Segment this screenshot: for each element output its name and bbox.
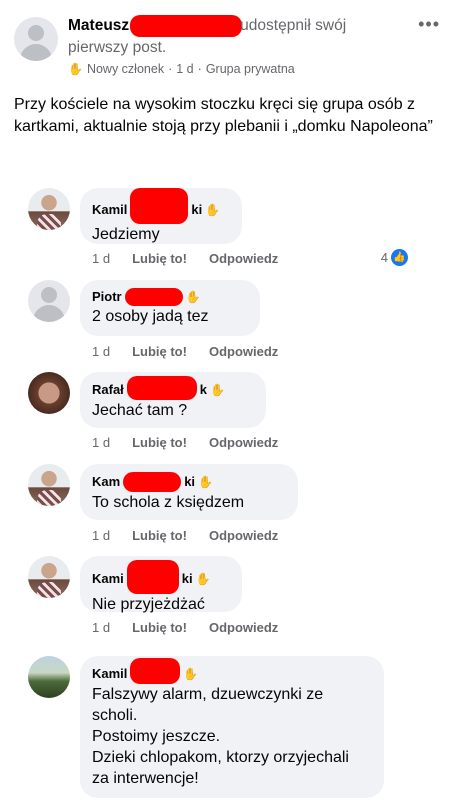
comment-bubble: Kamil ✋ Falszywy alarm, dzuewczynki ze sc…	[80, 656, 384, 798]
commenter-name[interactable]: Rafał k ✋	[92, 376, 254, 400]
wave-icon: ✋	[68, 62, 83, 76]
comment-text: Nie przyjeżdżać	[92, 596, 205, 613]
comment-bubble: Kam ki ✋ To schola z księdzem	[80, 464, 298, 520]
reply-button[interactable]: Odpowiedz	[209, 528, 278, 543]
comment-actions: 1 d Lubię to! Odpowiedz	[92, 528, 278, 543]
commenter-name[interactable]: Kami ki ✋	[92, 560, 230, 594]
reply-button[interactable]: Odpowiedz	[209, 251, 278, 266]
commenter-name[interactable]: Kam ki ✋	[92, 472, 286, 492]
avatar[interactable]	[28, 656, 70, 698]
comment-time[interactable]: 1 d	[92, 528, 110, 543]
post-body: Przy kościele na wysokim stoczku kręci s…	[14, 96, 433, 135]
post-header: Mateusz udostępnił swój pierwszy post. ✋ …	[14, 12, 444, 92]
meta-separator-2: ·	[197, 62, 202, 76]
commenter-name[interactable]: Kamil ✋	[92, 658, 372, 684]
comment: Kami ki ✋ Nie przyjeżdżać 1 d Lubię to! Od…	[28, 556, 448, 636]
comment-actions: 1 d Lubię to! Odpowiedz	[92, 251, 278, 266]
comment-text-line: za interwencje!	[92, 770, 199, 787]
comment: Kamil ✋ Falszywy alarm, dzuewczynki ze sc…	[28, 656, 448, 802]
comment-text-line: scholi.	[92, 707, 138, 724]
wave-icon: ✋	[185, 290, 201, 304]
name-redaction	[130, 658, 181, 684]
reply-button[interactable]: Odpowiedz	[209, 620, 278, 635]
name-redaction	[130, 188, 189, 224]
wave-icon: ✋	[195, 572, 211, 586]
avatar[interactable]	[28, 372, 70, 414]
comment-text: 2 osoby jadą tez	[92, 308, 209, 325]
comment-bubble: Kami ki ✋ Nie przyjeżdżać	[80, 556, 242, 613]
comment-time[interactable]: 1 d	[92, 435, 110, 450]
avatar[interactable]	[28, 188, 70, 230]
wave-icon: ✋	[183, 667, 199, 681]
comment: Kam ki ✋ To schola z księdzem 1 d Lubię to…	[28, 464, 448, 544]
comment-bubble: Kamil ki ✋ Jedziemy	[80, 188, 242, 244]
like-button[interactable]: Lubię to!	[132, 435, 187, 450]
meta-separator: ·	[168, 62, 173, 76]
comment-bubble: Rafał k ✋ Jechać tam ?	[80, 372, 266, 428]
post-time[interactable]: 1 d	[176, 62, 193, 76]
author-line: Mateusz udostępnił swój pierwszy post.	[68, 15, 368, 58]
commenter-name[interactable]: Kamil ki ✋	[92, 188, 230, 224]
like-button[interactable]: Lubię to!	[132, 344, 187, 359]
more-options-button[interactable]: •••	[418, 14, 440, 35]
comment-actions: 1 d Lubię to! Odpowiedz	[92, 620, 278, 635]
comment-text-line: Postoimy jeszcze.	[92, 728, 221, 745]
author-name[interactable]: Mateusz	[68, 17, 129, 34]
comment-actions: 1 d Lubię to! Odpowiedz	[92, 435, 278, 450]
post-meta: ✋ Nowy członek · 1 d · Grupa prywatna	[68, 62, 295, 76]
comment: Piotr ✋ 2 osoby jadą tez 1 d Lubię to! Od…	[28, 280, 448, 360]
avatar[interactable]	[28, 464, 70, 506]
comment: Rafał k ✋ Jechać tam ? 1 d Lubię to! Odpow…	[28, 372, 448, 452]
commenter-name[interactable]: Piotr ✋	[92, 288, 248, 306]
comment-actions: 1 d Lubię to! Odpowiedz	[92, 344, 278, 359]
audience-label: Grupa prywatna	[205, 62, 295, 76]
avatar[interactable]	[28, 556, 70, 598]
like-reaction-icon: 👍	[391, 249, 408, 266]
comment-bubble: Piotr ✋ 2 osoby jadą tez	[80, 280, 260, 336]
reply-button[interactable]: Odpowiedz	[209, 344, 278, 359]
comment-time[interactable]: 1 d	[92, 344, 110, 359]
name-redaction	[123, 472, 182, 492]
comment-text: Jechać tam ?	[92, 402, 188, 419]
name-redaction	[124, 288, 183, 306]
comment-text: To schola z księdzem	[92, 494, 245, 511]
wave-icon: ✋	[205, 203, 221, 217]
comment-text-line: Falszywy alarm, dzuewczynki ze	[92, 686, 324, 703]
comment-text-line: Dzieki chlopakom, ktorzy orzyjechali	[92, 749, 349, 766]
name-redaction	[130, 15, 243, 37]
reply-button[interactable]: Odpowiedz	[209, 435, 278, 450]
author-avatar[interactable]	[14, 17, 58, 61]
comment-text: Jedziemy	[92, 226, 160, 243]
like-button[interactable]: Lubię to!	[132, 251, 187, 266]
like-button[interactable]: Lubię to!	[132, 620, 187, 635]
like-button[interactable]: Lubię to!	[132, 528, 187, 543]
avatar[interactable]	[28, 280, 70, 322]
name-redaction	[126, 560, 179, 594]
comment-time[interactable]: 1 d	[92, 251, 110, 266]
reaction-count[interactable]: 4 👍	[381, 249, 408, 266]
wave-icon: ✋	[198, 475, 213, 489]
comment: Kamil ki ✋ Jedziemy 1 d Lubię to! Odpowied…	[28, 188, 448, 268]
member-badge: Nowy członek	[86, 62, 165, 76]
comment-time[interactable]: 1 d	[92, 620, 110, 635]
name-redaction	[126, 376, 197, 400]
wave-icon: ✋	[210, 383, 225, 397]
